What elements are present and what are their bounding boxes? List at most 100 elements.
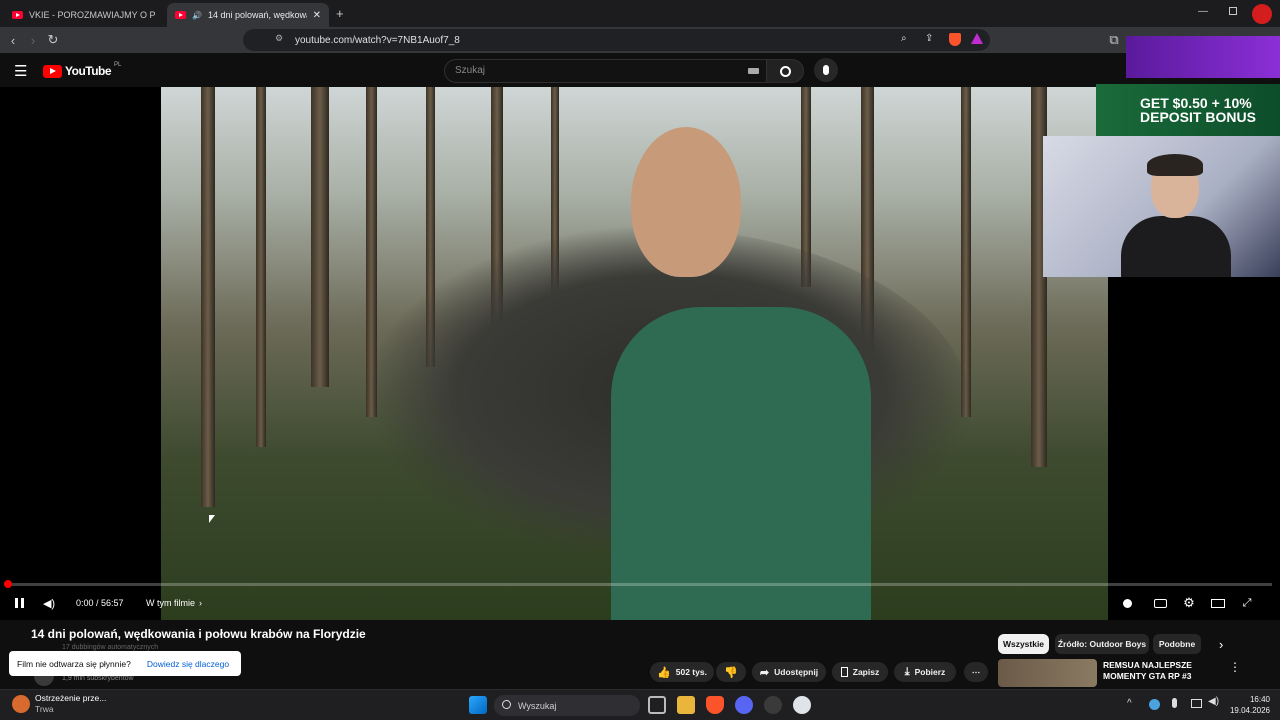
tray-app-icon[interactable] bbox=[1149, 699, 1160, 710]
tab-label: VKIE - POROZMAWIAJMY O PLANAC bbox=[29, 10, 156, 20]
person-shirt bbox=[611, 307, 871, 620]
taskbar-search[interactable]: Wyszukaj bbox=[494, 695, 640, 716]
address-bar[interactable]: ⚙ youtube.com/watch?v=7NB1Auof7_8 ⌕ ⇪ bbox=[243, 29, 990, 51]
keyboard-icon[interactable] bbox=[748, 68, 759, 74]
zoom-icon[interactable]: ⌕ bbox=[901, 33, 907, 44]
volume-button[interactable]: ◀) bbox=[40, 594, 58, 612]
like-count: 502 tys. bbox=[675, 667, 707, 677]
download-icon: ⤓ bbox=[904, 665, 910, 678]
toast-learn-more-link[interactable]: Dowiedz się dlaczego bbox=[147, 659, 229, 669]
windows-start-icon[interactable] bbox=[469, 696, 487, 714]
search-icon bbox=[779, 65, 791, 77]
thumbs-down-icon: 👎 bbox=[724, 666, 738, 679]
share-label: Udostępnij bbox=[774, 667, 819, 677]
recommended-title[interactable]: REMSUA NAJLEPSZE MOMENTY GTA RP #3 bbox=[1103, 660, 1213, 682]
reload-icon[interactable]: ↻ bbox=[44, 31, 62, 49]
browser-tab-bar: VKIE - POROZMAWIAJMY O PLANAC 🔊 14 dni p… bbox=[0, 0, 1280, 27]
person-head bbox=[631, 127, 741, 277]
site-info-icon[interactable]: ⚙ bbox=[275, 33, 283, 44]
ad-banner-top[interactable] bbox=[1126, 36, 1280, 78]
gear-icon: ⚙ bbox=[1183, 595, 1195, 610]
bookmark-save-icon bbox=[840, 667, 848, 677]
discord-icon[interactable] bbox=[735, 696, 753, 714]
extensions-icon[interactable]: ⧉ bbox=[1105, 31, 1123, 49]
microphone-icon bbox=[823, 65, 829, 75]
brave-shield-icon[interactable] bbox=[949, 33, 961, 46]
theater-mode-button[interactable] bbox=[1209, 594, 1227, 612]
clock[interactable]: 16:40 19.04.2026 bbox=[1228, 694, 1270, 716]
restore-icon[interactable] bbox=[1229, 7, 1237, 15]
volume-tray-icon[interactable]: ◀) bbox=[1208, 696, 1219, 707]
browser-tab-inactive[interactable]: VKIE - POROZMAWIAJMY O PLANAC bbox=[4, 3, 164, 27]
dislike-button[interactable]: 👎 bbox=[716, 662, 746, 682]
chip-related[interactable]: Podobne bbox=[1153, 634, 1201, 654]
url-text: youtube.com/watch?v=7NB1Auof7_8 bbox=[295, 34, 460, 46]
youtube-header: ☰ YouTube PL Szukaj bbox=[0, 53, 1280, 87]
rewards-icon[interactable] bbox=[971, 33, 983, 44]
browser-nav-bar: ‹ › ↻ ☐ ⚙ youtube.com/watch?v=7NB1Auof7_… bbox=[0, 27, 1280, 53]
windows-taskbar: Ostrzeżenie prze... Trwa Wyszukaj ^ ◀) 1… bbox=[0, 689, 1280, 720]
obs-icon[interactable] bbox=[793, 696, 811, 714]
streamer-webcam-overlay bbox=[1043, 136, 1280, 277]
theater-icon bbox=[1211, 598, 1225, 608]
close-tab-icon[interactable]: ✕ bbox=[313, 10, 321, 21]
save-button[interactable]: Zapisz bbox=[832, 662, 888, 682]
chip-source[interactable]: Źródło: Outdoor Boys bbox=[1055, 634, 1149, 654]
youtube-logo-icon bbox=[43, 64, 62, 78]
search-input[interactable]: Szukaj bbox=[444, 59, 767, 83]
profile-avatar[interactable] bbox=[1252, 4, 1272, 24]
share-icon[interactable]: ⇪ bbox=[925, 33, 933, 44]
subtitles-button[interactable] bbox=[1151, 594, 1169, 612]
forward-icon[interactable]: › bbox=[24, 31, 42, 49]
fullscreen-icon: ⤢ bbox=[1242, 596, 1252, 609]
browser-tab-active[interactable]: 🔊 14 dni polowań, wędkowania ✕ bbox=[167, 3, 329, 27]
clock-time: 16:40 bbox=[1249, 695, 1270, 704]
ad-banner-deposit[interactable]: GET $0.50 + 10% DEPOSIT BONUS bbox=[1096, 84, 1280, 136]
microphone-tray-icon[interactable] bbox=[1172, 698, 1177, 708]
task-view-icon[interactable] bbox=[648, 696, 666, 714]
save-label: Zapisz bbox=[852, 667, 880, 677]
download-button[interactable]: ⤓ Pobierz bbox=[894, 662, 956, 682]
chapters-label: W tym filmie bbox=[146, 598, 195, 608]
warning-app-icon bbox=[12, 695, 30, 713]
thumbs-up-icon: 👍 bbox=[657, 666, 671, 679]
search-button[interactable] bbox=[766, 59, 804, 83]
tray-chevron-icon[interactable]: ^ bbox=[1127, 698, 1132, 709]
youtube-logo[interactable]: YouTube PL bbox=[43, 62, 122, 78]
subtitles-icon bbox=[1153, 598, 1167, 608]
region-code: PL bbox=[114, 62, 122, 68]
app-icon[interactable] bbox=[764, 696, 782, 714]
recommended-menu-icon[interactable]: ⋮ bbox=[1229, 660, 1241, 674]
autoplay-toggle[interactable] bbox=[1118, 594, 1136, 612]
chips-next-icon[interactable]: › bbox=[1219, 637, 1223, 652]
video-player[interactable] bbox=[0, 87, 1280, 620]
video-frame bbox=[161, 87, 1108, 620]
brave-browser-icon[interactable] bbox=[706, 696, 724, 714]
more-actions-button[interactable]: ⋯ bbox=[964, 662, 988, 682]
chapters-button[interactable]: W tym filmie › bbox=[146, 594, 202, 612]
mouse-cursor-icon bbox=[209, 515, 215, 523]
settings-button[interactable]: ⚙ bbox=[1180, 594, 1198, 612]
back-icon[interactable]: ‹ bbox=[4, 31, 22, 49]
youtube-favicon-icon bbox=[12, 11, 23, 19]
file-explorer-icon[interactable] bbox=[677, 696, 695, 714]
progress-bar[interactable] bbox=[8, 583, 1272, 586]
fullscreen-button[interactable]: ⤢ bbox=[1238, 594, 1256, 612]
voice-search-button[interactable] bbox=[814, 58, 838, 82]
notification-item[interactable]: Ostrzeżenie prze... Trwa bbox=[12, 693, 106, 715]
scrubber-handle[interactable] bbox=[4, 580, 12, 588]
like-button[interactable]: 👍 502 tys. bbox=[650, 662, 714, 682]
tab-label: 14 dni polowań, wędkowania bbox=[207, 10, 307, 20]
chip-all[interactable]: Wszystkie bbox=[998, 634, 1049, 654]
recommended-thumbnail[interactable] bbox=[998, 659, 1097, 687]
new-tab-button[interactable]: + bbox=[336, 6, 344, 21]
video-title: 14 dni polowań, wędkowania i połowu krab… bbox=[31, 627, 366, 641]
share-button[interactable]: ➦ Udostępnij bbox=[752, 662, 826, 682]
minimize-icon[interactable]: — bbox=[1198, 6, 1208, 17]
volume-icon: ◀) bbox=[42, 597, 56, 610]
menu-icon[interactable]: ☰ bbox=[14, 62, 27, 80]
display-icon[interactable] bbox=[1191, 699, 1202, 708]
pause-button[interactable] bbox=[10, 594, 28, 612]
search-icon bbox=[502, 700, 511, 709]
taskbar-search-label: Wyszukaj bbox=[518, 700, 557, 711]
